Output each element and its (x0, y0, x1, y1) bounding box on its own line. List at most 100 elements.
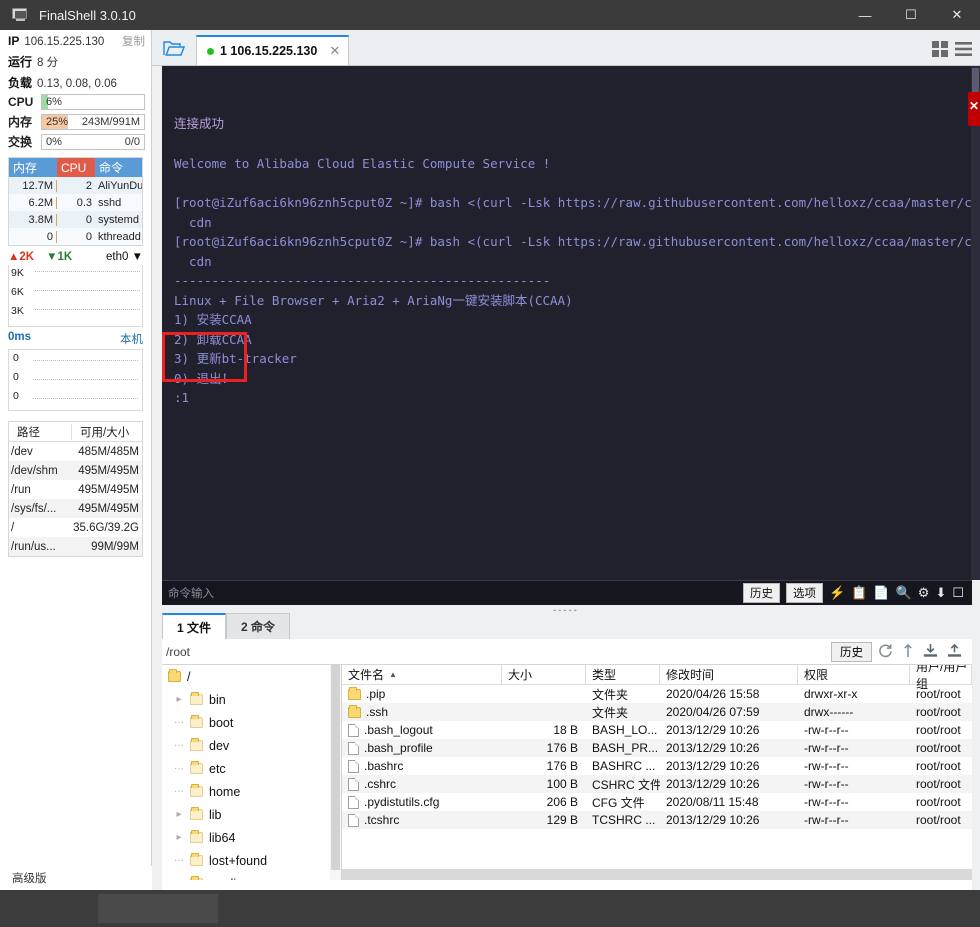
tree-expander[interactable]: ▸ (168, 809, 190, 820)
copy-button[interactable]: 复制 (122, 33, 145, 49)
tree-node-lost+found[interactable]: ··· lost+found (162, 849, 341, 872)
close-icon[interactable]: ✕ (329, 43, 340, 59)
taskbar-item[interactable] (98, 894, 218, 923)
list-view-icon[interactable] (955, 41, 972, 60)
maximize-button[interactable]: ☐ (888, 0, 934, 30)
tree-node-media[interactable]: ··· media (162, 872, 341, 880)
terminal-history-button[interactable]: 历史 (743, 583, 781, 603)
bolt-icon[interactable]: ⚡ (829, 585, 845, 601)
tree-expander[interactable]: ▸ (168, 832, 190, 843)
disk-row[interactable]: /run 495M/495M (9, 480, 142, 499)
process-col-mem[interactable]: 内存 (9, 158, 57, 177)
file-type: BASH_PR... (592, 741, 659, 755)
download-icon[interactable]: ⬇ (935, 585, 946, 601)
tree-node-bin[interactable]: ▸ bin (162, 688, 341, 711)
process-row[interactable]: 6.2M 0.3 sshd (9, 194, 142, 211)
file-row[interactable]: .tcshrc 129 B TCSHRC ... 2013/12/29 10:26 -r… (342, 811, 972, 829)
tree-node-[interactable]: / (162, 665, 341, 688)
process-col-cmd[interactable]: 命令 (95, 158, 142, 177)
terminal-output[interactable]: 连接成功 Welcome to Alibaba Cloud Elastic Co… (162, 66, 972, 580)
command-input[interactable]: 命令输入 (168, 585, 214, 601)
process-col-cpu[interactable]: CPU (57, 158, 95, 177)
process-row[interactable]: 3.8M 0 systemd (9, 211, 142, 228)
file-row[interactable]: .pip 文件夹 2020/04/26 15:58 drwxr-xr-x root/ro… (342, 685, 972, 703)
tree-expander[interactable]: ··· (168, 740, 190, 751)
tree-expander[interactable]: ▸ (168, 694, 190, 705)
terminal-scrollbar[interactable] (971, 66, 980, 580)
file-modified: 2013/12/29 10:26 (666, 741, 760, 755)
gear-icon[interactable]: ⚙ (918, 585, 930, 601)
col-filename[interactable]: 文件名 ▲ (342, 665, 502, 685)
latency-chart: 0 0 0 (8, 349, 143, 411)
process-table-header: 内存 CPU 命令 (9, 158, 142, 177)
close-button[interactable]: ✕ (934, 0, 980, 30)
minimize-button[interactable]: — (842, 0, 888, 30)
tree-node-lib64[interactable]: ▸ lib64 (162, 826, 341, 849)
tree-expander[interactable]: ··· (168, 763, 190, 774)
tree-node-label: dev (209, 738, 230, 753)
tab-commands[interactable]: 2 命令 (226, 613, 291, 639)
download-icon[interactable] (923, 643, 938, 661)
network-interface-select[interactable]: eth0 ▼ (106, 251, 143, 263)
resource-gauges: CPU 6% 内存 25% 243M/991M 交换 0% 0/0 (0, 92, 151, 151)
file-row[interactable]: .pydistutils.cfg 206 B CFG 文件 2020/08/11 15… (342, 793, 972, 811)
col-modified[interactable]: 修改时间 (660, 665, 798, 685)
open-folder-icon[interactable] (152, 31, 196, 65)
terminal-tab[interactable]: 1 106.15.225.130 ✕ (196, 35, 350, 65)
paste-icon[interactable]: 📄 (873, 585, 889, 601)
tree-expander[interactable]: ··· (168, 878, 190, 880)
up-arrow-icon[interactable] (902, 643, 914, 661)
tree-expander[interactable]: ··· (168, 855, 190, 866)
file-row[interactable]: .bashrc 176 B BASHRC ... 2013/12/29 10:26 -r… (342, 757, 972, 775)
edge-red-badge[interactable]: ✕ (968, 92, 980, 126)
tree-expander[interactable]: ··· (168, 786, 190, 797)
file-owner: root/root (916, 741, 961, 755)
file-list-hscrollbar[interactable] (342, 869, 972, 880)
latency-host[interactable]: 本机 (120, 331, 143, 347)
file-row[interactable]: .bash_logout 18 B BASH_LO... 2013/12/29 10:… (342, 721, 972, 739)
file-name: .tcshrc (364, 813, 400, 827)
search-icon[interactable]: 🔍 (896, 585, 912, 601)
window-icon[interactable]: ☐ (952, 585, 964, 601)
disk-row[interactable]: /run/us... 99M/99M (9, 537, 142, 556)
col-permissions[interactable]: 权限 (798, 665, 910, 685)
file-row[interactable]: .cshrc 100 B CSHRC 文件 2013/12/29 10:26 -rw-r… (342, 775, 972, 793)
tree-node-dev[interactable]: ··· dev (162, 734, 341, 757)
upload-rate: ▲2K (8, 251, 35, 263)
tree-node-lib[interactable]: ▸ lib (162, 803, 341, 826)
upload-icon[interactable] (947, 643, 962, 661)
path-history-button[interactable]: 历史 (831, 641, 872, 662)
disk-row[interactable]: /sys/fs/... 495M/495M (9, 499, 142, 518)
disk-row[interactable]: /dev 485M/485M (9, 442, 142, 461)
tree-scrollbar[interactable] (330, 665, 341, 880)
disk-col-usage[interactable]: 可用/大小 (71, 423, 142, 440)
tree-node-boot[interactable]: ··· boot (162, 711, 341, 734)
disk-row[interactable]: /dev/shm 495M/495M (9, 461, 142, 480)
file-name-cell: .pip (342, 687, 502, 701)
y-tick-9k: 9K (11, 267, 24, 279)
disk-row[interactable]: / 35.6G/39.2G (9, 518, 142, 537)
col-type[interactable]: 类型 (586, 665, 660, 685)
gauge-bar: 25% 243M/991M (41, 113, 145, 130)
tree-node-etc[interactable]: ··· etc (162, 757, 341, 780)
copy-icon[interactable]: 📋 (851, 585, 867, 601)
gauge-label: 内存 (8, 115, 33, 129)
window-title: FinalShell 3.0.10 (39, 7, 136, 23)
tree-expander[interactable]: ··· (168, 717, 190, 728)
path-input[interactable]: /root (162, 641, 831, 663)
file-row[interactable]: .ssh 文件夹 2020/04/26 07:59 drwx------ root/ro… (342, 703, 972, 721)
disk-col-path[interactable]: 路径 (9, 424, 71, 440)
tab-files[interactable]: 1 文件 (162, 613, 227, 639)
gauge-label: 交换 (8, 135, 33, 149)
col-size[interactable]: 大小 (502, 665, 586, 685)
file-row[interactable]: .bash_profile 176 B BASH_PR... 2013/12/29 1… (342, 739, 972, 757)
terminal-options-button[interactable]: 选项 (786, 583, 824, 603)
tree-scrollbar-thumb[interactable] (331, 665, 340, 870)
grid-view-icon[interactable] (932, 41, 948, 60)
folder-icon (190, 784, 203, 797)
tree-node-home[interactable]: ··· home (162, 780, 341, 803)
col-owner[interactable]: 用户/用户组 (910, 665, 972, 691)
refresh-icon[interactable] (878, 643, 893, 661)
process-row[interactable]: 0 0 kthreadd (9, 228, 142, 245)
process-row[interactable]: 12.7M 2 AliYunDun (9, 177, 142, 194)
